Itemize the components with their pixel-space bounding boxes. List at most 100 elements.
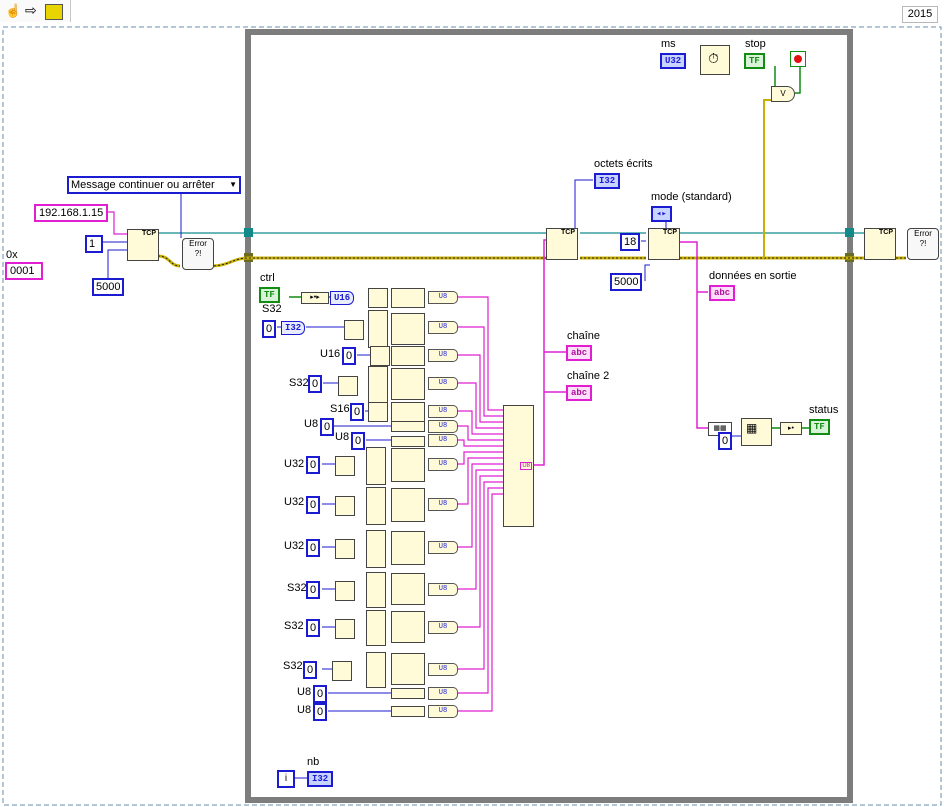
u8-convert-node[interactable]: U8 <box>428 663 458 676</box>
hex-constant[interactable]: 0001 <box>5 262 43 280</box>
u8-convert-node[interactable]: U8 <box>428 405 458 418</box>
chaine2-terminal[interactable]: abc <box>566 385 593 401</box>
u8-d-label: U8 <box>297 704 312 716</box>
u8-convert-node[interactable]: U8 <box>428 291 458 304</box>
stop-terminal[interactable]: TF <box>744 53 765 69</box>
enum-constant[interactable]: Message continuer ou arrêter ▼ <box>67 176 241 194</box>
u8-convert-node[interactable]: U8 <box>428 541 458 554</box>
u32-c-constant[interactable]: 0 <box>306 539 321 557</box>
split-node[interactable] <box>366 572 386 608</box>
nb-label: nb <box>307 756 320 768</box>
flatten-node[interactable] <box>391 531 425 565</box>
tcp-read-node[interactable]: TCP <box>648 228 680 260</box>
u8-convert-node[interactable]: U8 <box>428 321 458 334</box>
flatten-node[interactable] <box>391 611 425 643</box>
iteration-terminal: i <box>277 770 295 788</box>
flatten-node[interactable] <box>391 573 425 605</box>
split-node[interactable] <box>368 310 388 348</box>
flatten-node[interactable] <box>391 421 425 432</box>
flatten-node[interactable] <box>391 313 425 345</box>
split-node[interactable] <box>368 288 388 308</box>
split-node[interactable] <box>366 487 386 525</box>
chaine-terminal[interactable]: abc <box>566 345 593 361</box>
u8-convert-node[interactable]: U8 <box>428 377 458 390</box>
nb-terminal[interactable]: I32 <box>307 771 334 787</box>
octets-terminal[interactable]: I32 <box>594 173 621 189</box>
u32-b-constant[interactable]: 0 <box>306 496 321 514</box>
u8-convert-node[interactable]: U8 <box>428 434 458 447</box>
ms-terminal[interactable]: U32 <box>660 53 687 69</box>
simple-error-node[interactable]: Error?! <box>907 228 939 260</box>
chaine2-label: chaîne 2 <box>567 370 610 382</box>
split-node[interactable] <box>370 346 390 366</box>
u8-convert-node[interactable]: U8 <box>428 583 458 596</box>
timeout-constant-read[interactable]: 5000 <box>610 273 643 291</box>
bool-to-int-node[interactable]: ▸•▸ <box>301 292 329 304</box>
u32-a-constant[interactable]: 0 <box>306 456 321 474</box>
timeout-constant-open[interactable]: 5000 <box>92 278 125 296</box>
u8-convert-node[interactable]: U8 <box>428 349 458 362</box>
flatten-node[interactable] <box>391 402 425 422</box>
flatten-node[interactable] <box>391 688 425 699</box>
u8-d-constant[interactable]: 0 <box>313 703 328 721</box>
split-node[interactable] <box>368 402 388 422</box>
flatten-node[interactable] <box>391 436 425 447</box>
flatten-node[interactable] <box>391 488 425 522</box>
s16-constant[interactable]: 0 <box>350 403 365 421</box>
flatten-node[interactable] <box>391 288 425 308</box>
u8-convert-node[interactable]: U8 <box>428 621 458 634</box>
port-constant[interactable]: 1 <box>85 235 103 253</box>
u8-a-constant[interactable]: 0 <box>320 418 335 436</box>
split-node[interactable] <box>335 496 355 516</box>
stop-condition-icon[interactable] <box>790 51 806 67</box>
number-to-bool-node[interactable]: ▸• <box>780 422 802 435</box>
split-node[interactable] <box>335 619 355 639</box>
u8-convert-node[interactable]: U8 <box>428 687 458 700</box>
status-terminal[interactable]: TF <box>809 419 830 435</box>
split-node[interactable] <box>332 661 352 681</box>
donnees-terminal[interactable]: abc <box>709 285 736 301</box>
offset-constant[interactable]: 0 <box>718 432 733 450</box>
s32-a-constant[interactable]: 0 <box>308 375 323 393</box>
s32-c-constant[interactable]: 0 <box>306 619 321 637</box>
s32-b-constant[interactable]: 0 <box>306 581 321 599</box>
tcp-write-node[interactable]: TCP <box>546 228 578 260</box>
tcp-close-node[interactable]: TCP <box>864 228 896 260</box>
ip-constant[interactable]: 192.168.1.15 <box>34 204 109 222</box>
ctrl-terminal[interactable]: TF <box>259 287 280 303</box>
flatten-node[interactable] <box>391 653 425 685</box>
flatten-node[interactable] <box>391 448 425 482</box>
split-node[interactable] <box>338 376 358 396</box>
split-node[interactable] <box>335 539 355 559</box>
split-node[interactable] <box>368 366 388 404</box>
u8-convert-node[interactable]: U8 <box>428 498 458 511</box>
mode-terminal[interactable]: ◂▸ <box>651 206 672 222</box>
flatten-node[interactable] <box>391 706 425 717</box>
bytes-constant[interactable]: 18 <box>620 233 641 251</box>
or-gate-node[interactable]: V <box>771 86 795 102</box>
s32-d-constant[interactable]: 0 <box>303 661 318 679</box>
u8-c-constant[interactable]: 0 <box>313 685 328 703</box>
u8-b-constant[interactable]: 0 <box>351 432 366 450</box>
split-node[interactable] <box>335 581 355 601</box>
u8-convert-node[interactable]: U8 <box>428 420 458 433</box>
flatten-node[interactable] <box>391 346 425 366</box>
split-node[interactable] <box>344 320 364 340</box>
u8-convert-node[interactable]: U8 <box>428 458 458 471</box>
chevron-down-icon[interactable]: ▼ <box>229 178 237 192</box>
split-node[interactable] <box>366 447 386 485</box>
flatten-node[interactable] <box>391 368 425 400</box>
index-array-node[interactable]: ▦ <box>741 418 772 446</box>
s32-top-constant[interactable]: 0 <box>262 320 277 338</box>
split-node[interactable] <box>366 652 386 688</box>
concatenate-node[interactable]: U8 <box>503 405 534 527</box>
tcp-open-node[interactable]: TCP <box>127 229 159 261</box>
split-node[interactable] <box>366 610 386 646</box>
donnees-label: données en sortie <box>709 270 797 282</box>
error-ring-node[interactable]: Error?! <box>182 238 214 270</box>
split-node[interactable] <box>335 456 355 476</box>
split-node[interactable] <box>366 530 386 568</box>
u8-convert-node[interactable]: U8 <box>428 705 458 718</box>
u16-constant[interactable]: 0 <box>342 347 357 365</box>
wait-ms-node[interactable]: ⏱ <box>700 45 730 75</box>
